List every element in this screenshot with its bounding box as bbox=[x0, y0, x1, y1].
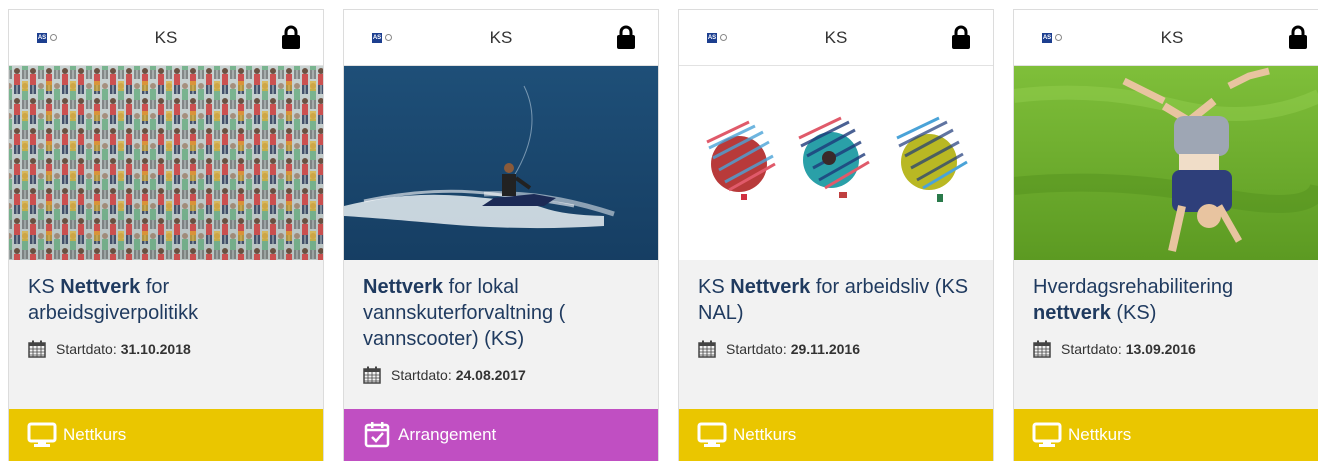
course-type-bar[interactable]: Nettkurs bbox=[1014, 409, 1318, 461]
provider-name: KS bbox=[824, 28, 848, 47]
jetski-image[interactable] bbox=[344, 66, 658, 260]
provider-name: KS bbox=[154, 28, 178, 47]
date-label: Startdato: bbox=[726, 341, 787, 357]
course-type-bar[interactable]: Nettkurs bbox=[679, 409, 993, 461]
lock-icon bbox=[952, 25, 970, 49]
course-card[interactable]: AS KS KS Nettverk for arbeidsgiverpoliti… bbox=[8, 9, 324, 461]
card-body: Nettverk for lokal vannskuterforvaltning… bbox=[344, 260, 658, 409]
card-header: AS KS bbox=[9, 10, 323, 66]
course-title[interactable]: KS Nettverk for arbeidsgiverpolitikk bbox=[28, 274, 305, 326]
monitor-icon bbox=[27, 422, 57, 447]
date-value: 24.08.2017 bbox=[455, 367, 526, 383]
calendar-icon bbox=[363, 366, 381, 384]
course-title[interactable]: KS Nettverk for arbeidsliv (KS NAL) bbox=[698, 274, 975, 326]
calendar-icon bbox=[698, 340, 716, 358]
course-type-bar[interactable]: Nettkurs bbox=[9, 409, 323, 461]
card-body: KS Nettverk for arbeidsliv (KS NAL) Star… bbox=[679, 260, 993, 409]
course-type-bar[interactable]: Arrangement bbox=[344, 409, 658, 461]
date-value: 31.10.2018 bbox=[120, 341, 191, 357]
monitor-icon bbox=[697, 422, 727, 447]
course-title[interactable]: Nettverk for lokal vannskuterforvaltning… bbox=[363, 274, 640, 352]
date-label: Startdato: bbox=[391, 367, 452, 383]
lock-icon bbox=[1289, 25, 1307, 49]
calendar-icon bbox=[1033, 340, 1051, 358]
start-date: Startdato: 24.08.2017 bbox=[363, 366, 658, 384]
crowd-image[interactable] bbox=[9, 66, 323, 260]
calendar-icon bbox=[28, 340, 46, 358]
date-label: Startdato: bbox=[56, 341, 117, 357]
provider-name: KS bbox=[489, 28, 513, 47]
card-body: KS Nettverk for arbeidsgiverpolitikk Sta… bbox=[9, 260, 323, 409]
cartwheel-child-image[interactable] bbox=[1014, 66, 1318, 260]
start-date: Startdato: 13.09.2016 bbox=[1033, 340, 1318, 358]
start-date: Startdato: 31.10.2018 bbox=[28, 340, 323, 358]
course-card[interactable]: AS KS Nettverk for lokal vannskuterforva… bbox=[343, 9, 659, 461]
course-card[interactable]: AS KS KS Nettverk for arbeidsliv (KS NAL… bbox=[678, 9, 994, 461]
card-body: Hverdagsrehabilitering nettverk (KS) Sta… bbox=[1014, 260, 1318, 409]
course-type-label: Nettkurs bbox=[733, 425, 797, 444]
course-type-label: Arrangement bbox=[398, 425, 497, 444]
start-date: Startdato: 29.11.2016 bbox=[698, 340, 993, 358]
course-type-label: Nettkurs bbox=[1068, 425, 1132, 444]
card-header: AS KS bbox=[344, 10, 658, 66]
card-header: AS KS bbox=[1014, 10, 1318, 66]
card-header: AS KS bbox=[679, 10, 993, 66]
monitor-icon bbox=[1032, 422, 1062, 447]
date-value: 29.11.2016 bbox=[790, 341, 860, 357]
lock-icon bbox=[617, 25, 635, 49]
course-type-label: Nettkurs bbox=[63, 425, 127, 444]
provider-name: KS bbox=[1160, 28, 1184, 47]
course-title[interactable]: Hverdagsrehabilitering nettverk (KS) bbox=[1033, 274, 1300, 326]
network-illustration-image[interactable] bbox=[679, 66, 993, 260]
calendar-check-icon bbox=[364, 422, 390, 448]
course-card[interactable]: AS KS Hverdagsrehabilitering nettverk (K… bbox=[1013, 9, 1318, 461]
date-label: Startdato: bbox=[1061, 341, 1122, 357]
date-value: 13.09.2016 bbox=[1125, 341, 1196, 357]
lock-icon bbox=[282, 25, 300, 49]
